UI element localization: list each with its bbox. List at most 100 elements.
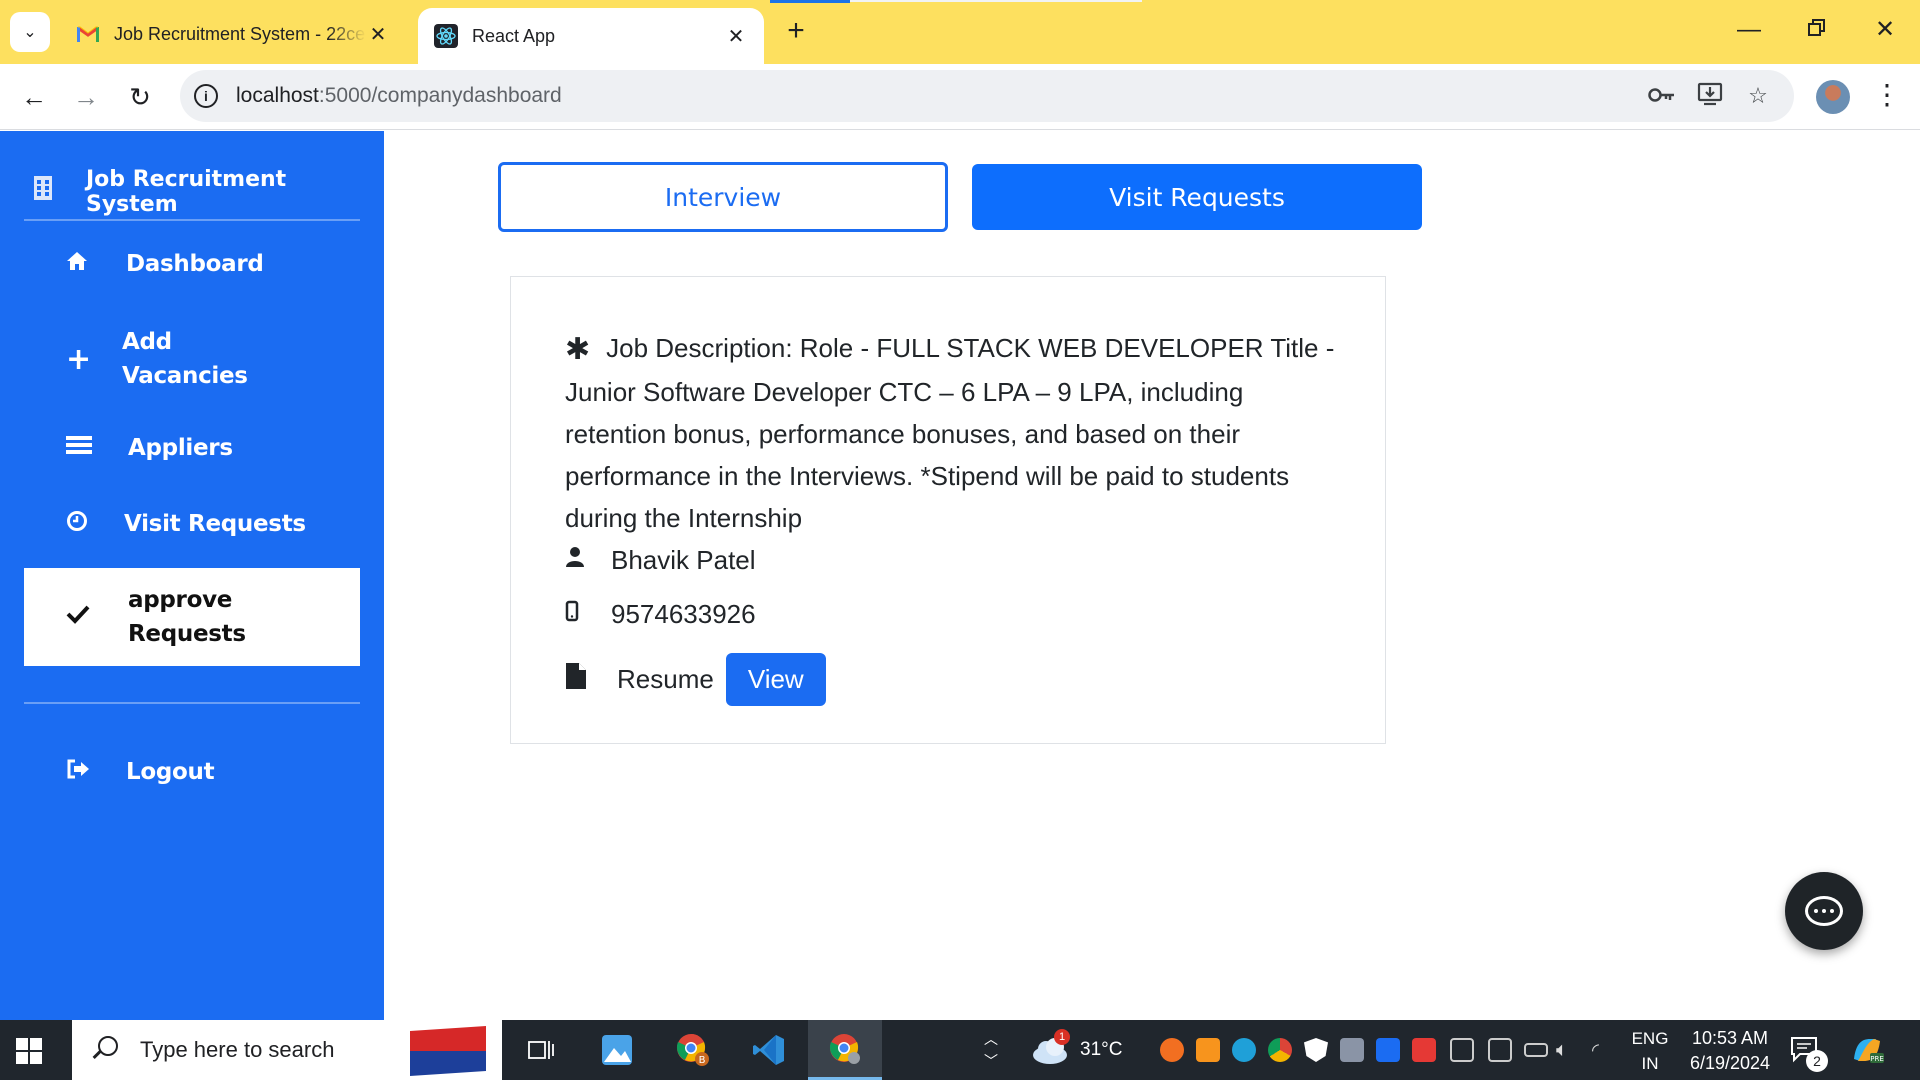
job-description: ✱ Job Description: Role - FULL STACK WEB … xyxy=(565,327,1345,539)
building-icon xyxy=(34,176,52,200)
browser-tab-gmail[interactable]: Job Recruitment System - 22ce ✕ xyxy=(60,10,406,58)
chat-bubble-icon xyxy=(1805,896,1843,926)
clock[interactable]: 10:53 AM 6/19/2024 xyxy=(1680,1026,1780,1076)
sidebar-item-label: approve xyxy=(128,587,233,613)
taskbar-scroll-arrows[interactable]: ︿ ﹀ xyxy=(976,1020,1006,1080)
interview-button[interactable]: Interview xyxy=(498,162,948,232)
close-icon[interactable]: ✕ xyxy=(366,22,390,47)
applicant-phone-row: 9574633926 xyxy=(565,599,756,630)
svg-text:B: B xyxy=(699,1055,706,1066)
language-indicator[interactable]: ENG IN xyxy=(1628,1026,1672,1076)
chrome-active-icon[interactable] xyxy=(808,1020,882,1080)
main-content: Interview Visit Requests ✱ Job Descriptio… xyxy=(384,131,1920,1020)
restore-icon xyxy=(1808,19,1825,36)
url-text[interactable]: localhost:5000/companydashboard xyxy=(236,84,562,108)
notification-center-button[interactable]: 2 xyxy=(1790,1020,1830,1080)
vlc-tray-icon[interactable] xyxy=(1160,1038,1184,1062)
weather-alert-badge: 1 xyxy=(1054,1029,1070,1045)
restore-button[interactable] xyxy=(1792,12,1842,48)
security-shield-icon[interactable] xyxy=(1304,1038,1328,1062)
brand: Job Recruitment System xyxy=(24,131,360,221)
new-tab-button[interactable]: + xyxy=(776,14,816,50)
chat-button[interactable] xyxy=(1785,872,1863,950)
forward-button[interactable]: → xyxy=(66,78,106,118)
task-view-icon[interactable] xyxy=(504,1020,578,1080)
home-icon xyxy=(66,251,126,277)
visit-requests-button[interactable]: Visit Requests xyxy=(972,164,1422,230)
chevron-down-icon: ⌄ xyxy=(23,24,37,41)
wifi-icon[interactable]: ◜ xyxy=(1592,1038,1616,1062)
search-highlight-image xyxy=(410,1026,486,1076)
sidebar-item-logout[interactable]: Logout xyxy=(24,747,360,797)
chevron-down-icon: ﹀ xyxy=(984,1053,998,1069)
browser-toolbar: ← → ↻ i localhost:5000/companydashboard … xyxy=(0,64,1920,130)
notification-count-badge: 2 xyxy=(1806,1050,1828,1072)
browser-menu-icon[interactable]: ⋮ xyxy=(1872,80,1902,114)
profile-avatar[interactable] xyxy=(1816,80,1850,114)
sidebar-item-add-vacancies[interactable]: + Add Vacancies xyxy=(24,319,360,399)
sidebar-item-visit-requests[interactable]: Visit Requests xyxy=(24,499,360,549)
job-description-text: Job Description: Role - FULL STACK WEB D… xyxy=(565,333,1335,533)
vscode-icon[interactable] xyxy=(732,1020,806,1080)
brand-title: Job Recruitment System xyxy=(86,167,287,217)
asterisk-icon: ✱ xyxy=(565,333,591,366)
sidebar: Job Recruitment System Dashboard + Add V… xyxy=(0,131,384,1020)
close-window-button[interactable]: ✕ xyxy=(1860,12,1910,48)
sidebar-item-label: Requests xyxy=(128,621,246,647)
mobile-phone-icon xyxy=(565,600,611,629)
check-icon xyxy=(66,604,126,630)
chrome-profile-icon[interactable]: B xyxy=(656,1020,730,1080)
windows-taskbar: Type here to search B ︿ ﹀ 1 31°C 🔈︎ ◜ EN… xyxy=(0,1020,1920,1080)
site-info-icon[interactable]: i xyxy=(194,84,218,108)
anydesk-tray-icon[interactable] xyxy=(1412,1038,1436,1062)
resume-row: Resume View xyxy=(565,653,826,706)
copilot-icon[interactable]: PRE xyxy=(1850,1020,1900,1080)
close-icon[interactable]: ✕ xyxy=(724,24,748,49)
tab-search-button[interactable]: ⌄ xyxy=(10,12,50,52)
install-app-icon[interactable] xyxy=(1696,82,1724,110)
weather-temperature: 31°C xyxy=(1080,1039,1123,1060)
tab-title: React App xyxy=(472,25,556,46)
loading-indicator xyxy=(770,0,850,3)
clock-date: 6/19/2024 xyxy=(1689,1053,1771,1073)
sidebar-item-label: Visit Requests xyxy=(124,511,306,537)
loading-track xyxy=(850,0,1142,2)
browser-tab-react-app[interactable]: React App ✕ xyxy=(418,8,764,64)
gmail-icon xyxy=(76,22,100,46)
photos-app-icon[interactable] xyxy=(580,1020,654,1080)
search-placeholder: Type here to search xyxy=(140,1037,335,1062)
chrome-tray-icon[interactable] xyxy=(1268,1038,1292,1062)
svg-text:PRE: PRE xyxy=(1870,1055,1884,1063)
office-tray-icon[interactable] xyxy=(1196,1038,1220,1062)
cast-tray-icon[interactable] xyxy=(1488,1038,1512,1062)
sidebar-item-dashboard[interactable]: Dashboard xyxy=(24,239,360,289)
back-button[interactable]: ← xyxy=(14,78,54,118)
meet-now-icon[interactable] xyxy=(1450,1038,1474,1062)
volume-icon[interactable]: 🔈︎ xyxy=(1556,1038,1580,1062)
minimize-button[interactable]: — xyxy=(1724,12,1774,48)
battery-icon[interactable] xyxy=(1524,1043,1548,1057)
edge-tray-icon[interactable] xyxy=(1232,1038,1256,1062)
password-key-icon[interactable] xyxy=(1648,82,1676,110)
address-bar[interactable]: i localhost:5000/companydashboard ☆ xyxy=(180,70,1794,122)
user-icon xyxy=(565,546,611,575)
plus-icon: + xyxy=(66,341,91,377)
request-card: ✱ Job Description: Role - FULL STACK WEB … xyxy=(510,276,1386,744)
resume-label: Resume xyxy=(617,664,714,694)
windows-start-icon[interactable] xyxy=(16,1038,42,1064)
taskbar-search-input[interactable]: Type here to search xyxy=(72,1020,502,1080)
applicant-name-row: Bhavik Patel xyxy=(565,545,756,576)
weather-widget[interactable]: 1 31°C xyxy=(1030,1020,1140,1080)
display-tray-icon[interactable] xyxy=(1340,1038,1364,1062)
sidebar-item-appliers[interactable]: Appliers xyxy=(24,423,360,473)
applicant-phone: 9574633926 xyxy=(611,599,756,629)
wave-tray-icon[interactable] xyxy=(1376,1038,1400,1062)
reload-button[interactable]: ↻ xyxy=(120,78,160,118)
bookmark-star-icon[interactable]: ☆ xyxy=(1744,82,1772,110)
react-icon xyxy=(434,24,458,48)
sidebar-item-approve-requests[interactable]: approve Requests xyxy=(24,568,360,666)
tab-title: Job Recruitment System - 22ce xyxy=(114,23,366,44)
sidebar-item-label: Add xyxy=(122,329,172,355)
applicant-name: Bhavik Patel xyxy=(611,545,756,575)
view-resume-button[interactable]: View xyxy=(725,653,826,706)
